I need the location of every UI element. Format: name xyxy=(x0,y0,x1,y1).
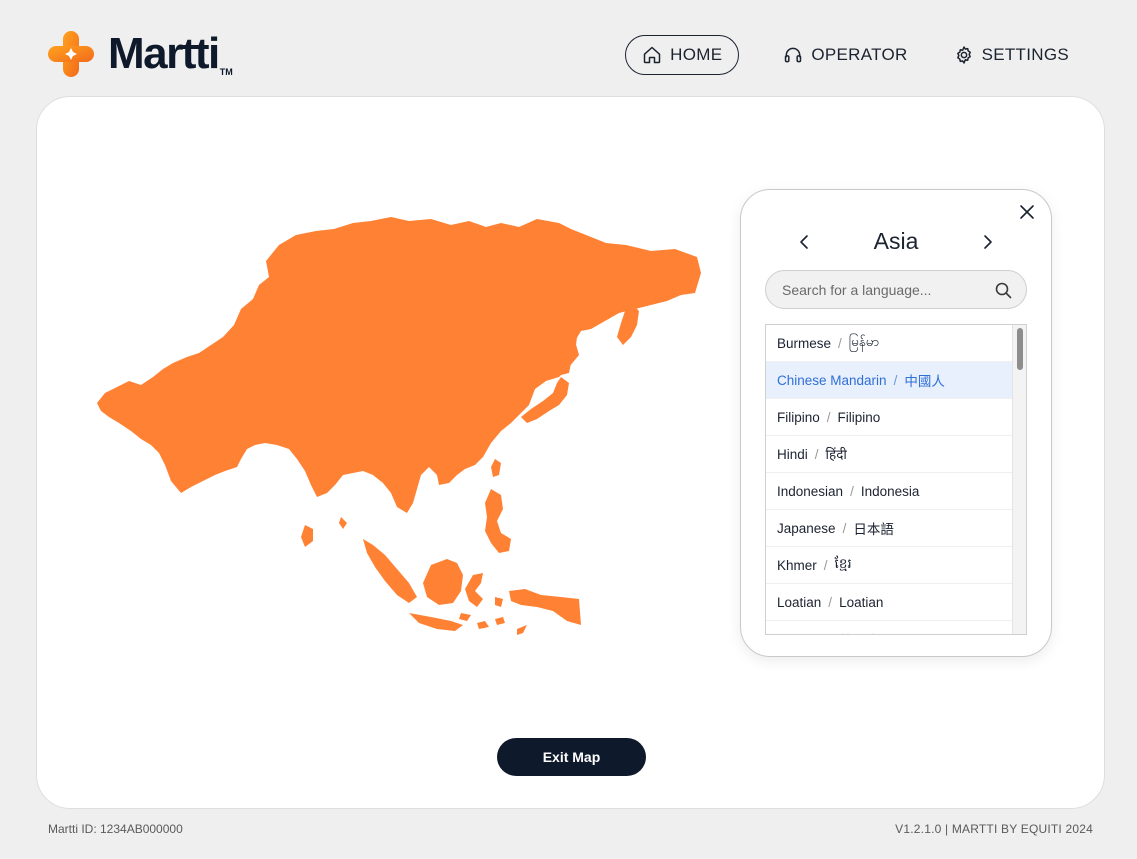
language-item[interactable]: Burmese / မြန်မာ xyxy=(766,325,1014,362)
island-shape[interactable] xyxy=(495,617,505,625)
island-shape[interactable] xyxy=(339,517,347,529)
language-separator: / xyxy=(828,594,833,610)
island-shape[interactable] xyxy=(477,621,489,629)
language-name: Indonesian xyxy=(777,483,844,499)
nav-operator-button[interactable]: OPERATOR xyxy=(767,35,923,75)
philippines-shape[interactable] xyxy=(485,489,511,553)
region-switcher: Asia xyxy=(741,226,1051,260)
language-selector-card: Asia Burmese / မြန်မာ Chinese Mandarin / 中國人 F… xyxy=(740,189,1052,657)
headset-icon xyxy=(785,47,802,63)
region-title: Asia xyxy=(873,228,919,254)
island-shape[interactable] xyxy=(459,613,471,621)
brand-trademark: TM xyxy=(219,67,233,77)
new-guinea-shape[interactable] xyxy=(509,589,581,625)
language-item[interactable]: Filipino / Filipino xyxy=(766,399,1014,436)
brand-name: Martti xyxy=(108,29,220,78)
language-name: Chinese Mandarin xyxy=(777,372,887,388)
language-native-name: ខ្មែរ xyxy=(834,556,852,571)
language-item[interactable]: Loatian / Loatian xyxy=(766,584,1014,621)
brand-logo: Martti TM xyxy=(46,29,233,79)
language-separator: / xyxy=(842,520,847,536)
nav-home-label: HOME xyxy=(670,45,723,64)
language-native-name: 한국어 xyxy=(838,629,875,634)
language-list[interactable]: Burmese / မြန်မာ Chinese Mandarin / 中國人 Filipi… xyxy=(765,324,1027,635)
language-name: Hindi xyxy=(777,446,808,462)
language-separator: / xyxy=(823,557,828,573)
martti-logo-icon xyxy=(48,31,94,77)
version-info: V1.2.1.0 | MARTTI BY EQUITI 2024 xyxy=(895,822,1093,836)
language-native-name: 中國人 xyxy=(904,374,945,389)
asia-map[interactable] xyxy=(91,213,703,643)
language-separator: / xyxy=(850,483,854,499)
device-id: Martti ID: 1234AB000000 xyxy=(48,822,183,836)
language-separator: / xyxy=(826,409,831,425)
home-icon xyxy=(643,46,661,64)
island-shape[interactable] xyxy=(495,597,503,607)
language-separator: / xyxy=(838,335,842,351)
borneo-shape[interactable] xyxy=(423,559,463,605)
language-name: Khmer xyxy=(777,557,817,573)
language-item[interactable]: Khmer / ខ្មែរ xyxy=(766,547,1014,584)
exit-map-button[interactable]: Exit Map xyxy=(497,738,646,776)
language-search-input[interactable] xyxy=(782,271,982,308)
language-separator: / xyxy=(893,372,898,388)
language-native-name: Filipino xyxy=(837,409,881,425)
top-nav: HOME OPERATOR SETTINGS xyxy=(625,35,1085,75)
chevron-right-icon[interactable] xyxy=(981,234,995,250)
sulawesi-shape[interactable] xyxy=(465,573,483,607)
language-separator: / xyxy=(814,446,819,462)
language-item[interactable]: Hindi / हिंदी xyxy=(766,436,1014,473)
language-native-name: Indonesia xyxy=(860,483,920,499)
nav-settings-label: SETTINGS xyxy=(981,45,1069,64)
scroll-thumb[interactable] xyxy=(1017,328,1023,370)
language-separator: / xyxy=(828,632,832,635)
language-name: Filipino xyxy=(777,409,820,425)
sri-lanka-shape[interactable] xyxy=(301,525,313,547)
nav-operator-label: OPERATOR xyxy=(811,45,908,64)
language-name: Burmese xyxy=(777,335,832,351)
language-name: Korean xyxy=(777,632,821,635)
language-native-name: 日本語 xyxy=(853,522,894,537)
language-item[interactable]: Chinese Mandarin / 中國人 xyxy=(766,362,1014,399)
language-native-name: Loatian xyxy=(839,594,884,610)
java-shape[interactable] xyxy=(409,613,463,631)
asia-mainland-shape[interactable] xyxy=(97,217,701,513)
nav-settings-button[interactable]: SETTINGS xyxy=(938,35,1085,75)
language-item[interactable]: Japanese / 日本語 xyxy=(766,510,1014,547)
island-shape[interactable] xyxy=(517,625,527,635)
sumatra-shape[interactable] xyxy=(363,539,417,603)
language-native-name: မြန်မာ xyxy=(848,334,880,349)
nav-home-button[interactable]: HOME xyxy=(625,35,740,75)
language-native-name: हिंदी xyxy=(825,447,847,462)
language-name: Japanese xyxy=(777,520,836,536)
search-icon[interactable] xyxy=(995,282,1012,299)
taiwan-shape[interactable] xyxy=(491,459,501,477)
language-item[interactable]: Korean / 한국어 xyxy=(766,621,1014,635)
language-item[interactable]: Indonesian / Indonesia xyxy=(766,473,1014,510)
main-panel: Asia Burmese / မြန်မာ Chinese Mandarin / 中國人 F… xyxy=(36,96,1105,809)
close-icon[interactable] xyxy=(1019,204,1035,220)
language-search xyxy=(765,270,1027,309)
language-list-scrollbar[interactable] xyxy=(1012,325,1026,634)
gear-icon xyxy=(956,46,971,64)
language-name: Loatian xyxy=(777,594,822,610)
